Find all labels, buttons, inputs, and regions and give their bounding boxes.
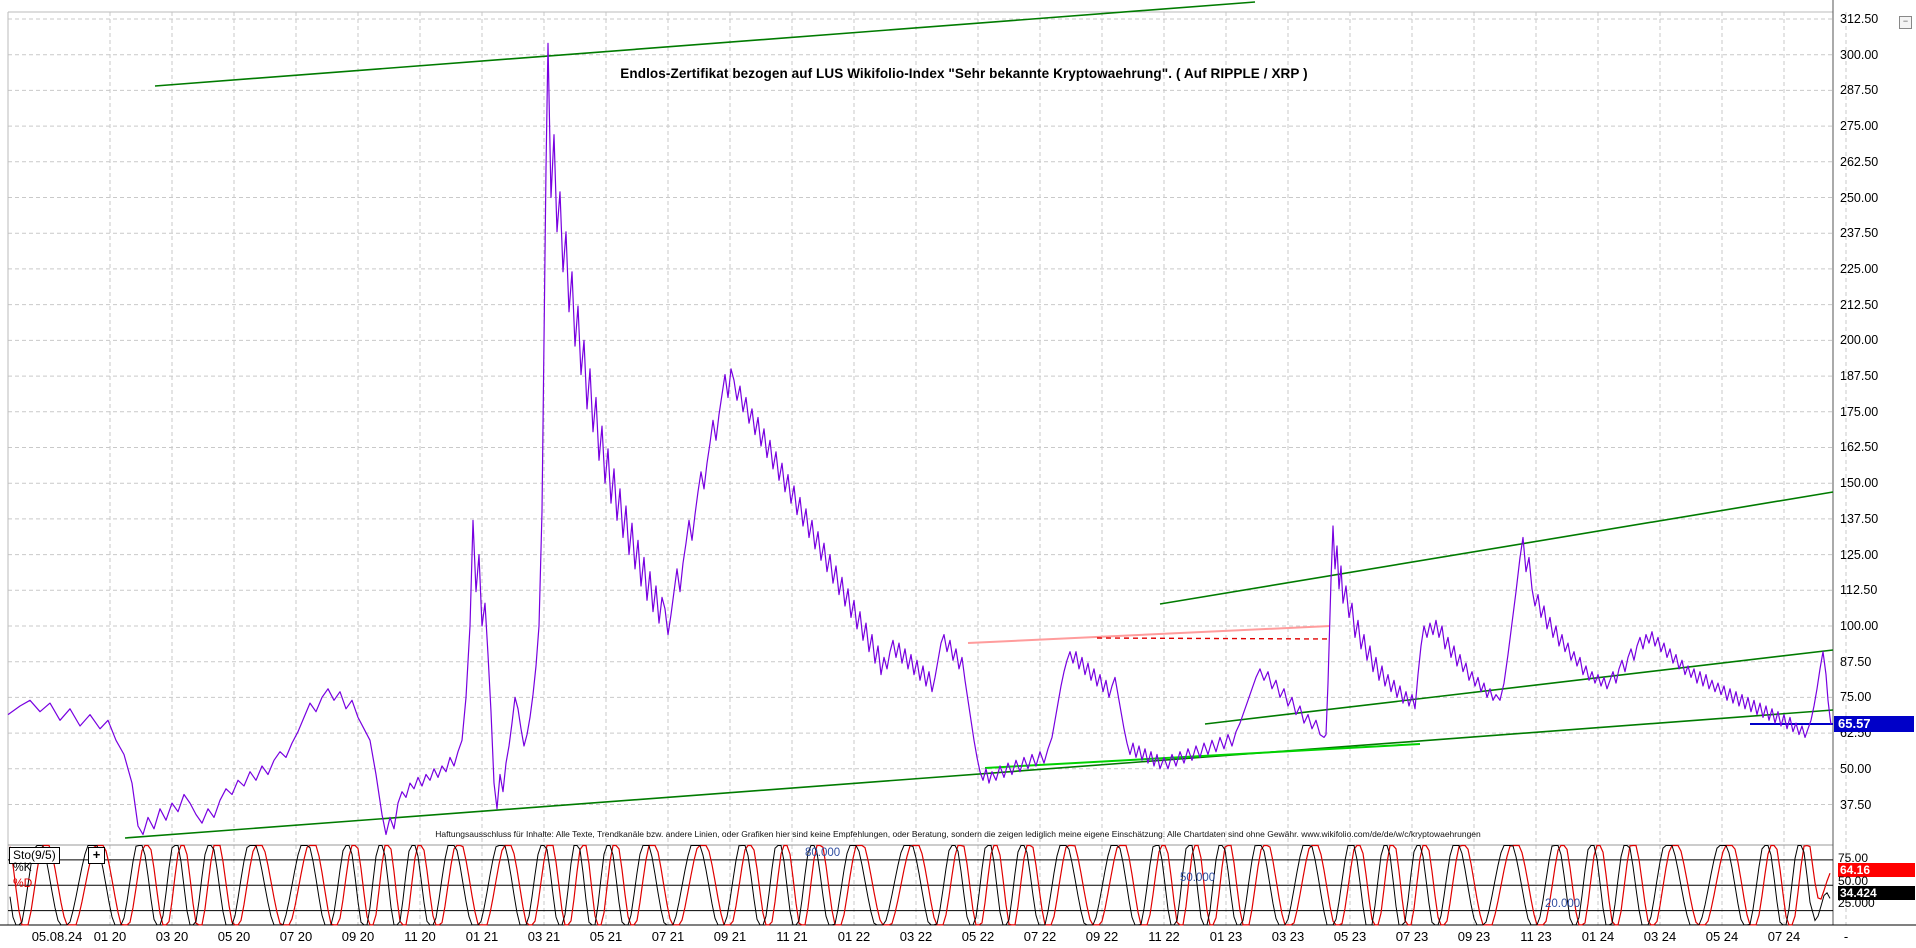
x-axis-label: 11 21 (776, 929, 808, 944)
y-axis-label: 212.50 (1840, 297, 1879, 312)
vertical-gridlines (109, 12, 1847, 925)
y-axis-label: 87.50 (1840, 654, 1872, 669)
x-axis-label: 09 21 (713, 929, 747, 944)
y-axis-label: 250.00 (1840, 190, 1879, 205)
y-axis-label: 125.00 (1840, 547, 1879, 562)
y-axis-label: 200.00 (1840, 333, 1879, 348)
collapse-panel-icon[interactable]: − (1899, 16, 1912, 29)
x-axis-label: 05.08.24 (31, 929, 83, 944)
x-axis-label: 07 24 (1767, 929, 1801, 944)
y-axis-label: 162.50 (1840, 440, 1879, 455)
lower-trendline (1204, 649, 1834, 725)
x-axis-label: 01 23 (1209, 929, 1243, 944)
sto-k-label: %K (13, 860, 32, 874)
x-axis-label: 07 22 (1023, 929, 1057, 944)
x-axis-label: 05 24 (1705, 929, 1739, 944)
add-indicator-button[interactable]: + (88, 847, 105, 864)
sto-level-label-50: 50.000 (1180, 872, 1216, 885)
x-axis-label: 05 22 (961, 929, 995, 944)
disclaimer-text: Haftungsausschluss für Inhalte: Alle Tex… (435, 829, 1481, 839)
y-axis-label: 175.00 (1840, 404, 1879, 419)
y-axis-label: 275.00 (1840, 119, 1879, 134)
chart-window: Endlos-Zertifikat bezogen auf LUS Wikifo… (0, 0, 1916, 948)
y-axis-label: 312.50 (1840, 12, 1879, 26)
y-axis-label: 75.00 (1840, 690, 1872, 705)
y-axis-label: 287.50 (1840, 83, 1879, 98)
x-axis-label: 09 22 (1085, 929, 1119, 944)
y-axis-label: 112.50 (1840, 583, 1878, 598)
x-axis-label: 05 23 (1333, 929, 1367, 944)
last-price-badge: 65.57 (1834, 716, 1914, 732)
red-dashed-line (1096, 637, 1331, 640)
x-axis-label: 05 21 (589, 929, 623, 944)
x-axis-label: 07 23 (1395, 929, 1429, 944)
x-axis-label: 05 20 (217, 929, 251, 944)
x-axis-label: 07 21 (651, 929, 685, 944)
y-axis-label: 50.00 (1840, 761, 1872, 776)
pink-resistance-line (967, 625, 1331, 644)
x-axis-label: 03 22 (899, 929, 933, 944)
x-axis-label: 09 20 (341, 929, 375, 944)
x-axis-label: 11 22 (1148, 929, 1180, 944)
mid-trendline (1159, 491, 1834, 605)
sto-level-label-20: 20.000 (1545, 897, 1581, 910)
x-axis-label: 11 23 (1520, 929, 1552, 944)
x-axis-label: 01 24 (1581, 929, 1615, 944)
horizontal-gridlines (8, 18, 1833, 805)
sto-d-label: %D (13, 876, 33, 890)
x-axis-label: 03 20 (155, 929, 189, 944)
y-axis-label: 262.50 (1840, 154, 1879, 169)
x-axis-label: 03 24 (1643, 929, 1677, 944)
y-axis-label: 37.50 (1840, 797, 1872, 812)
x-axis-label: 01 20 (93, 929, 127, 944)
y-axis-label: 150.00 (1840, 476, 1879, 491)
x-axis-label: 01 21 (465, 929, 499, 944)
x-axis-label: 01 22 (837, 929, 871, 944)
x-axis-label: - (1843, 929, 1849, 944)
y-axis-label: 137.50 (1840, 511, 1879, 526)
price-chart-canvas[interactable] (0, 0, 1916, 948)
y-axis-label: 100.00 (1840, 619, 1879, 633)
y-axis-label: 225.00 (1840, 261, 1879, 276)
sto-level-label-80: 80.000 (805, 846, 841, 859)
y-axis-label: 237.50 (1840, 226, 1879, 241)
x-axis-label: 09 23 (1457, 929, 1491, 944)
x-axis-label: 03 21 (527, 929, 561, 944)
chart-title: Endlos-Zertifikat bezogen auf LUS Wikifo… (620, 66, 1308, 81)
y-axis-label: 300.00 (1840, 47, 1879, 62)
y-axis-label: 187.50 (1840, 369, 1879, 384)
sto-axis-label: 25.000 (1838, 896, 1875, 910)
x-axis-label: 11 20 (404, 929, 436, 944)
x-axis-label: 03 23 (1271, 929, 1305, 944)
long-support-trendline (124, 709, 1834, 839)
x-axis-label: 07 20 (279, 929, 313, 944)
